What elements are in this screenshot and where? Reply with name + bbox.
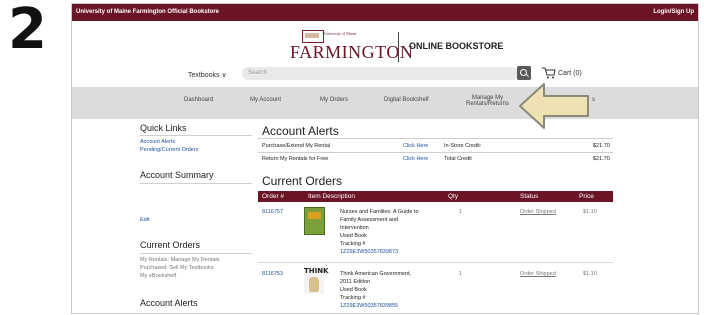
- tracking-label: Tracking #: [340, 295, 366, 301]
- sidebar-account-alerts-title: Account Alerts: [140, 298, 198, 308]
- browser-screenshot: University of Maine Farmington Official …: [71, 3, 699, 314]
- item-title-line: 2011 Edition: [340, 279, 371, 285]
- edit-link[interactable]: Edit: [140, 217, 149, 223]
- logo-divider: [398, 32, 399, 62]
- nav-my-orders[interactable]: My Orders: [320, 97, 348, 103]
- book-cover-image[interactable]: THINK: [304, 267, 329, 294]
- arrow-shape: [519, 83, 589, 129]
- sidebar-ebookshelf-text: My eBookshelf: [140, 273, 177, 279]
- order-number-link[interactable]: 8116753: [262, 271, 283, 277]
- store-name: University of Maine Farmington Official …: [76, 9, 220, 15]
- order-status-link[interactable]: Order Shipped: [520, 271, 556, 277]
- textbooks-dropdown[interactable]: Textbooks ∨: [188, 71, 227, 79]
- alert-purchase-extend-rental: Purchase/Extend My Rental: [262, 143, 331, 149]
- col-price: Price: [579, 193, 594, 200]
- in-store-credit-value: $21.70: [593, 143, 610, 149]
- nav-my-account[interactable]: My Account: [250, 97, 281, 103]
- nav-digital-bookshelf[interactable]: Digital Bookshelf: [384, 97, 429, 103]
- cart-icon[interactable]: [542, 67, 556, 79]
- item-title-line: Think American Government,: [340, 271, 412, 277]
- total-credit-label: Total Credit: [444, 156, 472, 162]
- farmington-logo[interactable]: University of Maine FARMINGTON ONLINE BO…: [286, 30, 506, 64]
- item-qty: 1: [459, 209, 463, 215]
- book-cover-image[interactable]: [304, 207, 325, 235]
- order-status-link[interactable]: Order Shipped: [520, 209, 556, 215]
- item-condition: Used Book: [340, 233, 367, 239]
- nav-partial-item[interactable]: s: [592, 97, 595, 103]
- tracking-number-link[interactable]: 1Z29E3W50357839873: [340, 249, 398, 255]
- col-item-description: Item Description: [308, 193, 355, 200]
- sidebar-rentals-text: My Rentals: Manage My Rentals: [140, 257, 220, 263]
- quick-link-pending-orders[interactable]: Pending/Current Orders: [140, 147, 198, 153]
- item-title-line: Intervention: [340, 225, 369, 231]
- tracking-label: Tracking #: [340, 241, 366, 247]
- total-credit-value: $21.70: [593, 156, 610, 162]
- cart-link[interactable]: Cart (0): [558, 70, 582, 77]
- top-bar: University of Maine Farmington Official …: [72, 4, 698, 21]
- logo-name: FARMINGTON: [290, 42, 414, 62]
- quick-links-title: Quick Links: [140, 123, 187, 133]
- account-summary-title: Account Summary: [140, 170, 214, 180]
- logo-university-text: University of Maine: [324, 31, 357, 36]
- tracking-number-link[interactable]: 1Z29E3W50357839855: [340, 303, 398, 309]
- col-order-number: Order #: [262, 193, 285, 200]
- step-number: 2: [8, 0, 47, 62]
- search-input[interactable]: Search: [242, 67, 518, 80]
- col-status: Status: [520, 193, 539, 200]
- in-store-credit-label: In-Store Credit:: [444, 143, 482, 149]
- sidebar-current-orders-title: Current Orders: [140, 240, 201, 250]
- quick-link-account-alerts[interactable]: Account Alerts: [140, 139, 175, 145]
- item-condition: Used Book: [340, 287, 367, 293]
- item-title-line: Family Assessment and: [340, 217, 399, 223]
- order-number-link[interactable]: 8116757: [262, 209, 283, 215]
- pointer-arrow-icon: [519, 83, 589, 129]
- online-bookstore-title: ONLINE BOOKSTORE: [409, 41, 504, 51]
- item-price: $1.10: [583, 271, 597, 277]
- nav-dashboard[interactable]: Dashboard: [184, 97, 213, 103]
- alert-return-rentals: Return My Rentals for Free: [262, 156, 329, 162]
- nav-manage-rentals[interactable]: Manage My Rentals/Returns: [466, 95, 509, 107]
- col-qty: Qty: [448, 193, 459, 200]
- account-alerts-title: Account Alerts: [262, 124, 339, 138]
- sidebar-purchased-text: Purchased: Sell My Textbooks: [140, 265, 214, 271]
- item-qty: 1: [459, 271, 463, 277]
- search-placeholder: Search: [248, 70, 268, 76]
- search-button[interactable]: [517, 66, 531, 80]
- account-nav-bar: Dashboard My Account My Orders Digital B…: [72, 87, 698, 119]
- book-cover-title: THINK: [304, 267, 329, 275]
- click-here-link[interactable]: Click Here: [403, 156, 428, 162]
- login-signup-link[interactable]: Login/Sign Up: [653, 9, 694, 15]
- current-orders-title: Current Orders: [262, 174, 343, 188]
- click-here-link[interactable]: Click Here: [403, 143, 428, 149]
- orders-table-header: Order # Item Description Qty Status Pric…: [258, 191, 613, 202]
- item-title-line: Nurses and Families: A Guide to: [340, 209, 419, 215]
- item-price: $1.10: [583, 209, 597, 215]
